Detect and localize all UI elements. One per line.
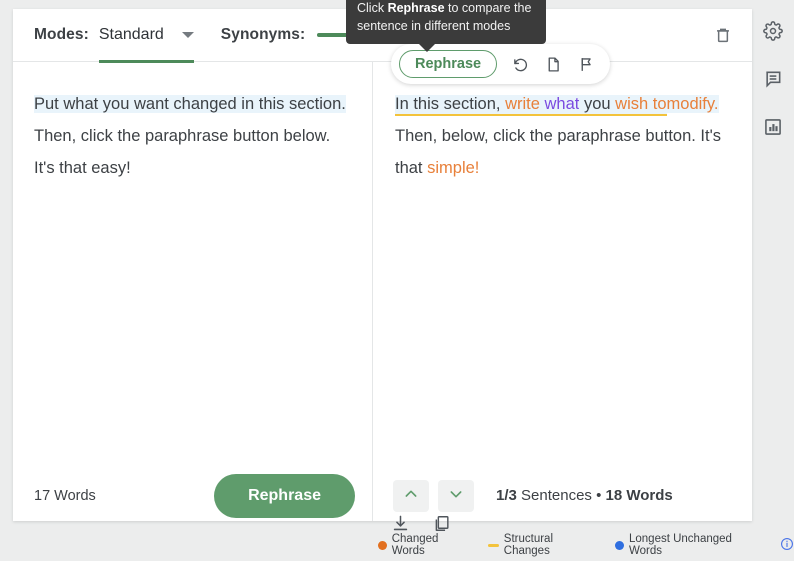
synonyms-label: Synonyms:: [220, 26, 306, 43]
source-pane: Put what you want changed in this sectio…: [13, 62, 373, 521]
editor-panes: Put what you want changed in this sectio…: [13, 44, 752, 521]
tooltip-bold: Rephrase: [387, 1, 445, 15]
right-sidebar: [752, 0, 794, 561]
sentence-word: Sentences: [516, 487, 597, 504]
previous-sentence-button[interactable]: [393, 479, 429, 512]
statistics-button[interactable]: [760, 114, 786, 140]
next-sentence-button[interactable]: [438, 479, 474, 512]
legend-dot-changed: [378, 540, 387, 550]
chevron-down-icon: [448, 486, 464, 505]
trash-icon: [714, 25, 732, 50]
tooltip-prefix: Click: [357, 1, 388, 15]
legend-label-changed: Changed Words: [391, 533, 439, 557]
chart-icon: [763, 117, 783, 137]
modes-selected-value: Standard: [98, 26, 164, 43]
output-pane: Rephrase In this section, write what you…: [373, 44, 752, 521]
copy-icon[interactable]: [430, 512, 452, 534]
stats-separator: •: [596, 487, 606, 504]
source-editor[interactable]: Put what you want changed in this sectio…: [13, 62, 372, 470]
modes-label: Modes:: [34, 26, 89, 43]
download-icon[interactable]: [389, 512, 411, 534]
output-stats: 1/3 Sentences • 18 Words: [496, 487, 673, 504]
paraphraser-card: Modes: Standard Synonyms: Put what you w…: [13, 9, 752, 521]
flag-icon[interactable]: [576, 54, 596, 74]
legend-item-changed: Changed Words: [378, 533, 472, 557]
legend-item-structural: Structural Changes: [488, 533, 599, 557]
source-word-count: 17 Words: [34, 487, 96, 504]
comment-icon: [763, 69, 783, 89]
modes-dropdown[interactable]: Standard: [98, 9, 194, 63]
gear-icon: [763, 21, 783, 41]
undo-icon[interactable]: [510, 54, 530, 74]
legend: Changed Words Structural Changes Longest…: [378, 533, 794, 557]
info-icon[interactable]: [780, 537, 794, 554]
output-seg-changed-wishto: wish to: [615, 95, 667, 116]
chevron-up-icon: [403, 486, 419, 505]
legend-dot-unchanged: [615, 540, 624, 550]
rephrase-compare-button[interactable]: Rephrase: [399, 50, 498, 78]
delete-button[interactable]: [710, 24, 736, 50]
output-seg-changed-modify: modify.: [666, 95, 719, 113]
source-footer: 17 Words Rephrase: [13, 470, 373, 521]
output-word-count: 18 Words: [605, 487, 673, 504]
output-seg-plain-you: you: [583, 95, 611, 116]
source-sentence-rest: Then, click the paraphrase button below.…: [34, 127, 331, 177]
legend-label-structural: Structural Changes: [503, 533, 553, 557]
legend-dash-structural: [488, 543, 499, 547]
output-seg-plain-1: In this section,: [395, 95, 501, 116]
tooltip-arrow: [418, 43, 436, 52]
tooltip: Click Rephrase to compare the sentence i…: [346, 0, 546, 52]
document-actions: [389, 512, 452, 534]
settings-button[interactable]: [760, 18, 786, 44]
output-seg-changed-write: write: [505, 95, 540, 116]
chevron-down-icon: [181, 32, 194, 38]
output-seg-unchanged-what: what: [544, 95, 580, 116]
source-sentence-highlighted: Put what you want changed in this sectio…: [34, 95, 346, 113]
document-icon[interactable]: [543, 54, 563, 74]
legend-label-unchanged: Longest Unchanged Words: [628, 533, 732, 557]
legend-item-unchanged: Longest Unchanged Words: [615, 533, 764, 557]
rephrase-button[interactable]: Rephrase: [214, 473, 355, 518]
output-space-2: [539, 95, 545, 116]
sentence-index: 1/3: [496, 487, 517, 504]
output-seg-changed-simple: simple!: [427, 159, 480, 177]
output-editor[interactable]: In this section, write what you wish tom…: [373, 62, 752, 470]
feedback-button[interactable]: [760, 66, 786, 92]
